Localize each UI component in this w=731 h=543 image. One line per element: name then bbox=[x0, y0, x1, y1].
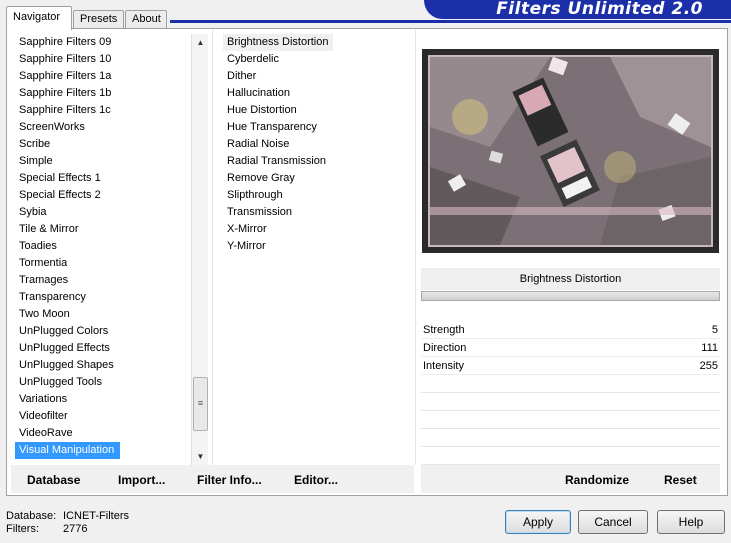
param-empty bbox=[421, 411, 720, 429]
category-item[interactable]: Visual Manipulation bbox=[15, 442, 121, 459]
param-label: Intensity bbox=[423, 360, 464, 372]
filter-item[interactable]: X-Mirror bbox=[223, 221, 413, 238]
filter-item[interactable]: Radial Noise bbox=[223, 136, 413, 153]
category-item[interactable]: Sapphire Filters 1a bbox=[15, 68, 195, 85]
filters-count: 2776 bbox=[63, 523, 88, 535]
filter-item[interactable]: Hue Transparency bbox=[223, 119, 413, 136]
filter-item[interactable]: Brightness Distortion bbox=[223, 34, 333, 51]
category-item[interactable]: UnPlugged Tools bbox=[15, 374, 195, 391]
navigator-panel: Sapphire Filters 09 Sapphire Filters 10 Sa… bbox=[6, 28, 728, 496]
category-item[interactable]: Tormentia bbox=[15, 255, 195, 272]
randomize-button[interactable]: Randomize bbox=[565, 473, 629, 487]
category-item[interactable]: Transparency bbox=[15, 289, 195, 306]
category-item[interactable]: Sybia bbox=[15, 204, 195, 221]
filter-item[interactable]: Hallucination bbox=[223, 85, 413, 102]
category-item[interactable]: Simple bbox=[15, 153, 195, 170]
category-item[interactable]: UnPlugged Effects bbox=[15, 340, 195, 357]
param-value: 5 bbox=[711, 324, 718, 336]
category-item[interactable]: Sapphire Filters 09 bbox=[15, 34, 195, 51]
left-toolbar: Database Import... Filter Info... Editor… bbox=[11, 465, 414, 493]
parameter-slider[interactable] bbox=[421, 291, 720, 301]
filter-item[interactable]: Hue Distortion bbox=[223, 102, 413, 119]
category-item[interactable]: Tile & Mirror bbox=[15, 221, 195, 238]
filters-label: Filters: bbox=[6, 523, 39, 535]
category-item[interactable]: Videofilter bbox=[15, 408, 195, 425]
preview-frame bbox=[422, 49, 719, 253]
param-empty bbox=[421, 393, 720, 411]
param-label: Strength bbox=[423, 324, 465, 336]
scroll-up-icon[interactable]: ▲ bbox=[192, 34, 209, 51]
filter-item[interactable]: Slipthrough bbox=[223, 187, 413, 204]
import-button[interactable]: Import... bbox=[118, 473, 165, 487]
filter-item[interactable]: Y-Mirror bbox=[223, 238, 413, 255]
database-info: Database: ICNET-Filters Filters: 2776 bbox=[6, 510, 129, 536]
category-item[interactable]: Toadies bbox=[15, 238, 195, 255]
param-direction[interactable]: Direction 111 bbox=[421, 339, 720, 357]
editor-button[interactable]: Editor... bbox=[294, 473, 338, 487]
category-item[interactable]: VideoRave bbox=[15, 425, 195, 442]
filter-item[interactable]: Transmission bbox=[223, 204, 413, 221]
preview-artwork bbox=[430, 57, 711, 245]
category-list[interactable]: Sapphire Filters 09 Sapphire Filters 10 Sa… bbox=[15, 34, 195, 459]
category-item[interactable]: Sapphire Filters 10 bbox=[15, 51, 195, 68]
divider bbox=[415, 29, 416, 465]
tab-navigator[interactable]: Navigator bbox=[6, 6, 72, 30]
category-item[interactable]: Special Effects 1 bbox=[15, 170, 195, 187]
param-value: 111 bbox=[701, 342, 718, 354]
category-scrollbar[interactable]: ▲ ≡ ▼ bbox=[191, 34, 208, 465]
param-empty bbox=[421, 375, 720, 393]
category-item[interactable]: Variations bbox=[15, 391, 195, 408]
database-value: ICNET-Filters bbox=[63, 510, 129, 522]
parameter-list: Strength 5 Direction 111 Intensity 255 bbox=[421, 321, 720, 465]
category-item[interactable]: Sapphire Filters 1b bbox=[15, 85, 195, 102]
filter-list[interactable]: Brightness Distortion Cyberdelic Dither Hal… bbox=[223, 34, 413, 255]
tab-presets[interactable]: Presets bbox=[73, 10, 124, 29]
category-item[interactable]: Sapphire Filters 1c bbox=[15, 102, 195, 119]
category-item[interactable]: UnPlugged Colors bbox=[15, 323, 195, 340]
param-empty bbox=[421, 429, 720, 447]
category-item[interactable]: ScreenWorks bbox=[15, 119, 195, 136]
param-label: Direction bbox=[423, 342, 467, 354]
database-label: Database: bbox=[6, 510, 57, 522]
logo-banner: Filters Unlimited 2.0 bbox=[424, 0, 731, 19]
filter-item[interactable]: Remove Gray bbox=[223, 170, 413, 187]
right-toolbar: Randomize Reset bbox=[421, 465, 720, 493]
filter-item[interactable]: Dither bbox=[223, 68, 413, 85]
category-item[interactable]: Special Effects 2 bbox=[15, 187, 195, 204]
param-empty bbox=[421, 447, 720, 465]
cancel-button[interactable]: Cancel bbox=[578, 510, 648, 534]
param-value: 255 bbox=[699, 360, 718, 372]
category-item[interactable]: Scribe bbox=[15, 136, 195, 153]
scroll-down-icon[interactable]: ▼ bbox=[192, 448, 209, 465]
apply-button[interactable]: Apply bbox=[505, 510, 571, 534]
param-intensity[interactable]: Intensity 255 bbox=[421, 357, 720, 375]
divider bbox=[212, 29, 213, 465]
preview-image bbox=[428, 55, 713, 247]
param-strength[interactable]: Strength 5 bbox=[421, 321, 720, 339]
reset-button[interactable]: Reset bbox=[664, 473, 697, 487]
database-button[interactable]: Database bbox=[27, 473, 80, 487]
filter-info-button[interactable]: Filter Info... bbox=[197, 473, 262, 487]
filter-title: Brightness Distortion bbox=[421, 268, 720, 290]
category-item[interactable]: Tramages bbox=[15, 272, 195, 289]
category-item[interactable]: Two Moon bbox=[15, 306, 195, 323]
category-item[interactable]: UnPlugged Shapes bbox=[15, 357, 195, 374]
tab-about[interactable]: About bbox=[125, 10, 167, 29]
banner-underline bbox=[170, 20, 731, 23]
scroll-thumb[interactable]: ≡ bbox=[193, 377, 208, 431]
filter-item[interactable]: Cyberdelic bbox=[223, 51, 413, 68]
help-button[interactable]: Help bbox=[657, 510, 725, 534]
logo-text: Filters Unlimited 2.0 bbox=[496, 0, 703, 19]
filter-item[interactable]: Radial Transmission bbox=[223, 153, 413, 170]
